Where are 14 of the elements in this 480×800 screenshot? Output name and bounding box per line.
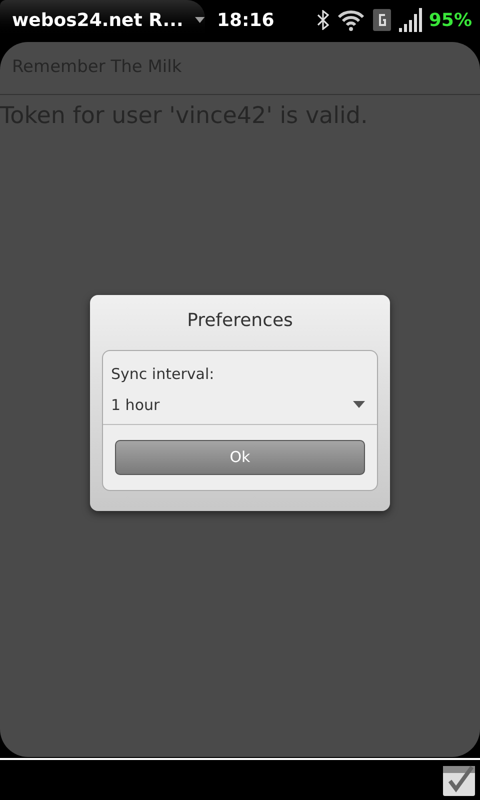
network-type-icon bbox=[372, 9, 391, 31]
field-label: Sync interval: bbox=[111, 364, 216, 385]
app-menu-title: webos24.net R... bbox=[12, 8, 184, 32]
sync-interval-selector[interactable]: Sync interval: 1 hour bbox=[103, 351, 377, 425]
caret-icon bbox=[195, 15, 205, 25]
battery-percent: 95% bbox=[428, 8, 472, 32]
clock: 18:16 bbox=[217, 8, 274, 32]
signal-icon bbox=[398, 8, 425, 32]
caret-icon bbox=[353, 401, 365, 408]
selected-value: 1 hour bbox=[111, 394, 160, 416]
bluetooth-icon bbox=[316, 10, 329, 30]
dialog-title: Preferences bbox=[186, 309, 294, 333]
wifi-icon bbox=[336, 9, 365, 31]
checkbox-check-icon[interactable] bbox=[442, 763, 476, 797]
